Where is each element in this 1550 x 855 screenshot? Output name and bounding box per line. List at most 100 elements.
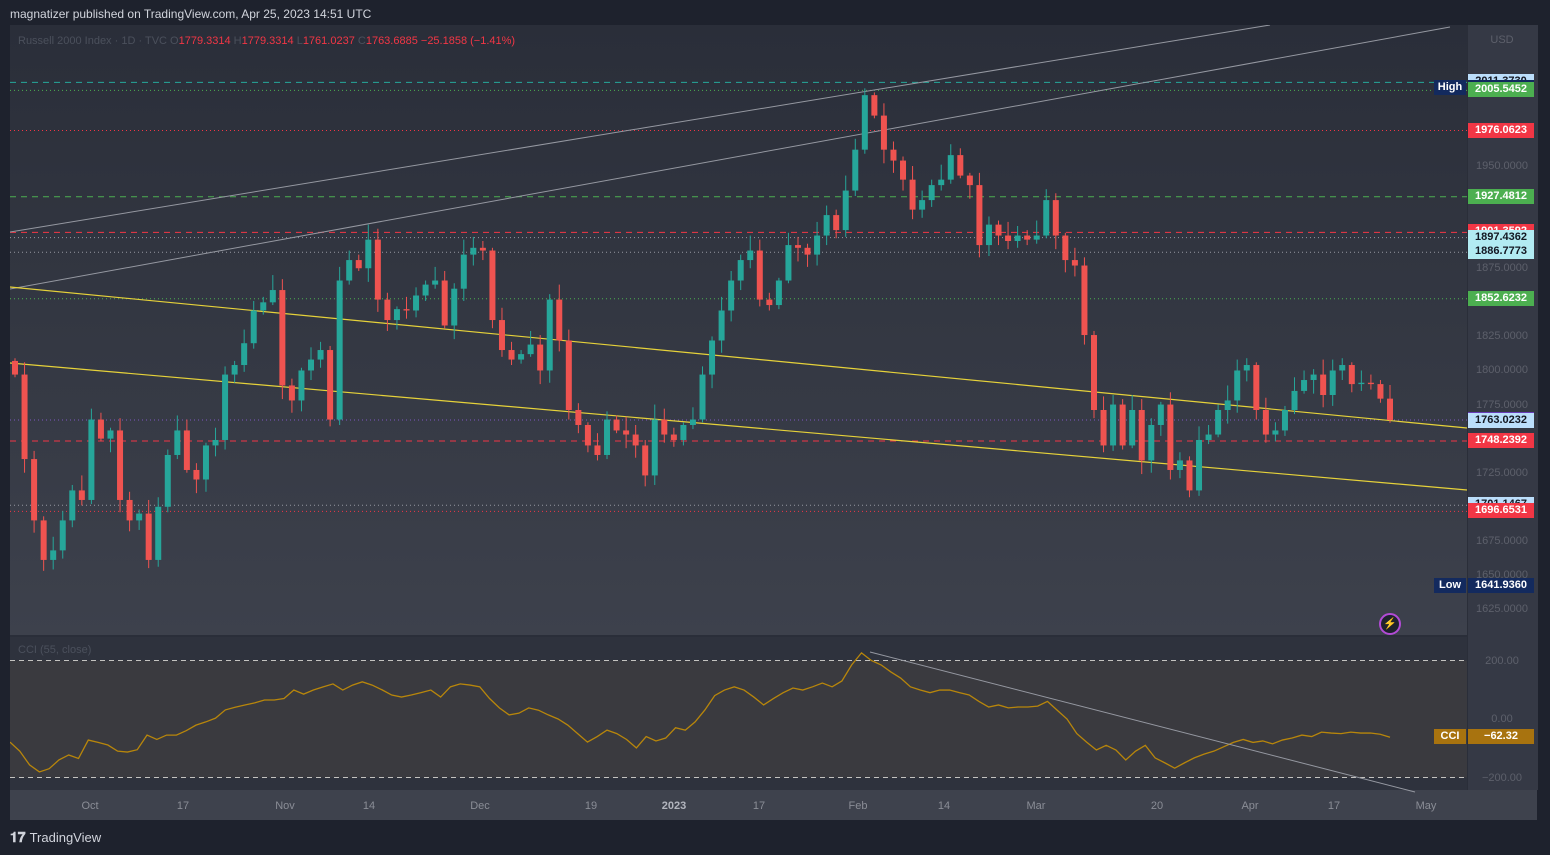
candle-body xyxy=(900,160,907,180)
candle-body xyxy=(766,299,773,306)
candle-body xyxy=(804,247,811,255)
candle-body xyxy=(97,419,104,439)
candle-body xyxy=(164,454,171,507)
time-tick-label: Feb xyxy=(848,800,868,812)
time-tick-label: 2023 xyxy=(661,800,687,812)
candle-body xyxy=(327,350,334,420)
candle-body xyxy=(938,179,945,186)
candle-body xyxy=(1176,460,1183,470)
candle-body xyxy=(1320,374,1327,396)
candle-body xyxy=(422,284,429,296)
symbol-legend[interactable]: Russell 2000 Index · 1D · TVC O 1779.3314… xyxy=(18,35,515,47)
candle-body xyxy=(928,185,935,201)
candle-body xyxy=(1262,410,1269,435)
chart-svg xyxy=(10,25,1468,793)
candle-body xyxy=(880,115,887,150)
candle-body xyxy=(823,215,830,236)
candle-body xyxy=(604,419,611,455)
candle-body xyxy=(288,385,295,401)
candle-body xyxy=(947,155,954,180)
trendline xyxy=(10,286,1468,429)
legend-c-label: C xyxy=(357,35,366,47)
candle-body xyxy=(126,499,133,521)
candle-body xyxy=(1234,370,1241,401)
time-tick-label: Mar xyxy=(1026,800,1046,812)
time-tick-label: 14 xyxy=(937,800,951,812)
cci-value-tag: −62.32 xyxy=(1468,729,1534,745)
candle-body xyxy=(1196,439,1203,491)
price-tag: 1976.0623 xyxy=(1468,122,1534,138)
price-tick-label: 1625.0000 xyxy=(1476,603,1528,615)
legend-o-label: O xyxy=(170,35,179,47)
candle-body xyxy=(699,374,706,420)
candle-body xyxy=(107,430,114,439)
candle-body xyxy=(451,288,458,326)
candle-body xyxy=(31,459,38,521)
time-tick-label: 17 xyxy=(1327,800,1341,812)
cci-tick-label: 200.00 xyxy=(1485,654,1519,667)
candle-body xyxy=(1186,460,1193,491)
legend-high: 1779.3314 xyxy=(241,35,294,47)
candle-body xyxy=(1281,410,1288,431)
candle-body xyxy=(527,344,534,355)
legend-symbol: Russell 2000 Index · 1D · TVC xyxy=(18,35,167,47)
price-extreme-label: High xyxy=(1434,79,1466,95)
chart-frame[interactable]: Russell 2000 Index · 1D · TVC O 1779.3314… xyxy=(10,25,1538,820)
cci-legend[interactable]: CCI (55, close) xyxy=(18,644,91,656)
candle-body xyxy=(432,280,439,285)
candle-body xyxy=(279,290,286,386)
candle-body xyxy=(1253,365,1260,411)
legend-low: 1761.0237 xyxy=(302,35,355,47)
candle-body xyxy=(680,424,687,440)
candle-body xyxy=(1367,382,1374,385)
price-tag: 1852.6232 xyxy=(1468,290,1534,306)
price-tick-label: 1825.0000 xyxy=(1476,330,1528,343)
cci-band-fill xyxy=(10,660,1467,778)
candle-body xyxy=(842,190,849,231)
candle-body xyxy=(670,434,677,440)
candle-body xyxy=(1272,430,1279,435)
candle-body xyxy=(88,419,95,500)
time-tick-label: May xyxy=(1415,800,1437,812)
candle-body xyxy=(556,299,563,341)
candle-body xyxy=(995,224,1002,236)
candle-body xyxy=(1301,380,1308,391)
candle-body xyxy=(1129,410,1136,446)
lightning-icon[interactable]: ⚡ xyxy=(1379,613,1401,635)
candle-body xyxy=(756,250,763,300)
time-tick-label: 14 xyxy=(362,800,376,812)
price-extreme-label: Low xyxy=(1434,577,1466,593)
candle-body xyxy=(460,254,467,289)
candle-body xyxy=(1100,410,1107,446)
candle-body xyxy=(1148,424,1155,461)
candle-body xyxy=(1310,374,1317,381)
candle-body xyxy=(785,245,792,281)
candle-body xyxy=(1014,235,1021,241)
candle-body xyxy=(1138,410,1145,461)
candle-body xyxy=(222,374,229,440)
candle-body xyxy=(59,520,66,551)
candle-body xyxy=(231,365,238,375)
candle-body xyxy=(1167,404,1174,470)
candle-body xyxy=(508,350,515,360)
trendline xyxy=(10,362,1468,491)
candle-body xyxy=(794,245,801,248)
candle-body xyxy=(50,550,57,560)
legend-change: −25.1858 (−1.41%) xyxy=(420,35,516,47)
candle-body xyxy=(202,445,209,480)
trendline xyxy=(10,26,1451,290)
candle-body xyxy=(871,95,878,116)
candle-body xyxy=(78,490,85,500)
legend-h-label: H xyxy=(233,35,242,47)
candle-body xyxy=(1377,384,1384,399)
candle-body xyxy=(1224,400,1231,411)
price-tick-label: 1950.0000 xyxy=(1476,160,1528,173)
candle-body xyxy=(1339,365,1346,371)
price-tag: 1641.9360 xyxy=(1468,577,1534,593)
candle-body xyxy=(1291,390,1298,411)
tradingview-logo[interactable]: 𝟏𝟕 TradingView xyxy=(10,829,101,846)
candle-body xyxy=(1119,404,1126,446)
time-tick-label: Nov xyxy=(275,800,295,812)
candle-body xyxy=(441,280,448,326)
candle-body xyxy=(537,344,544,371)
